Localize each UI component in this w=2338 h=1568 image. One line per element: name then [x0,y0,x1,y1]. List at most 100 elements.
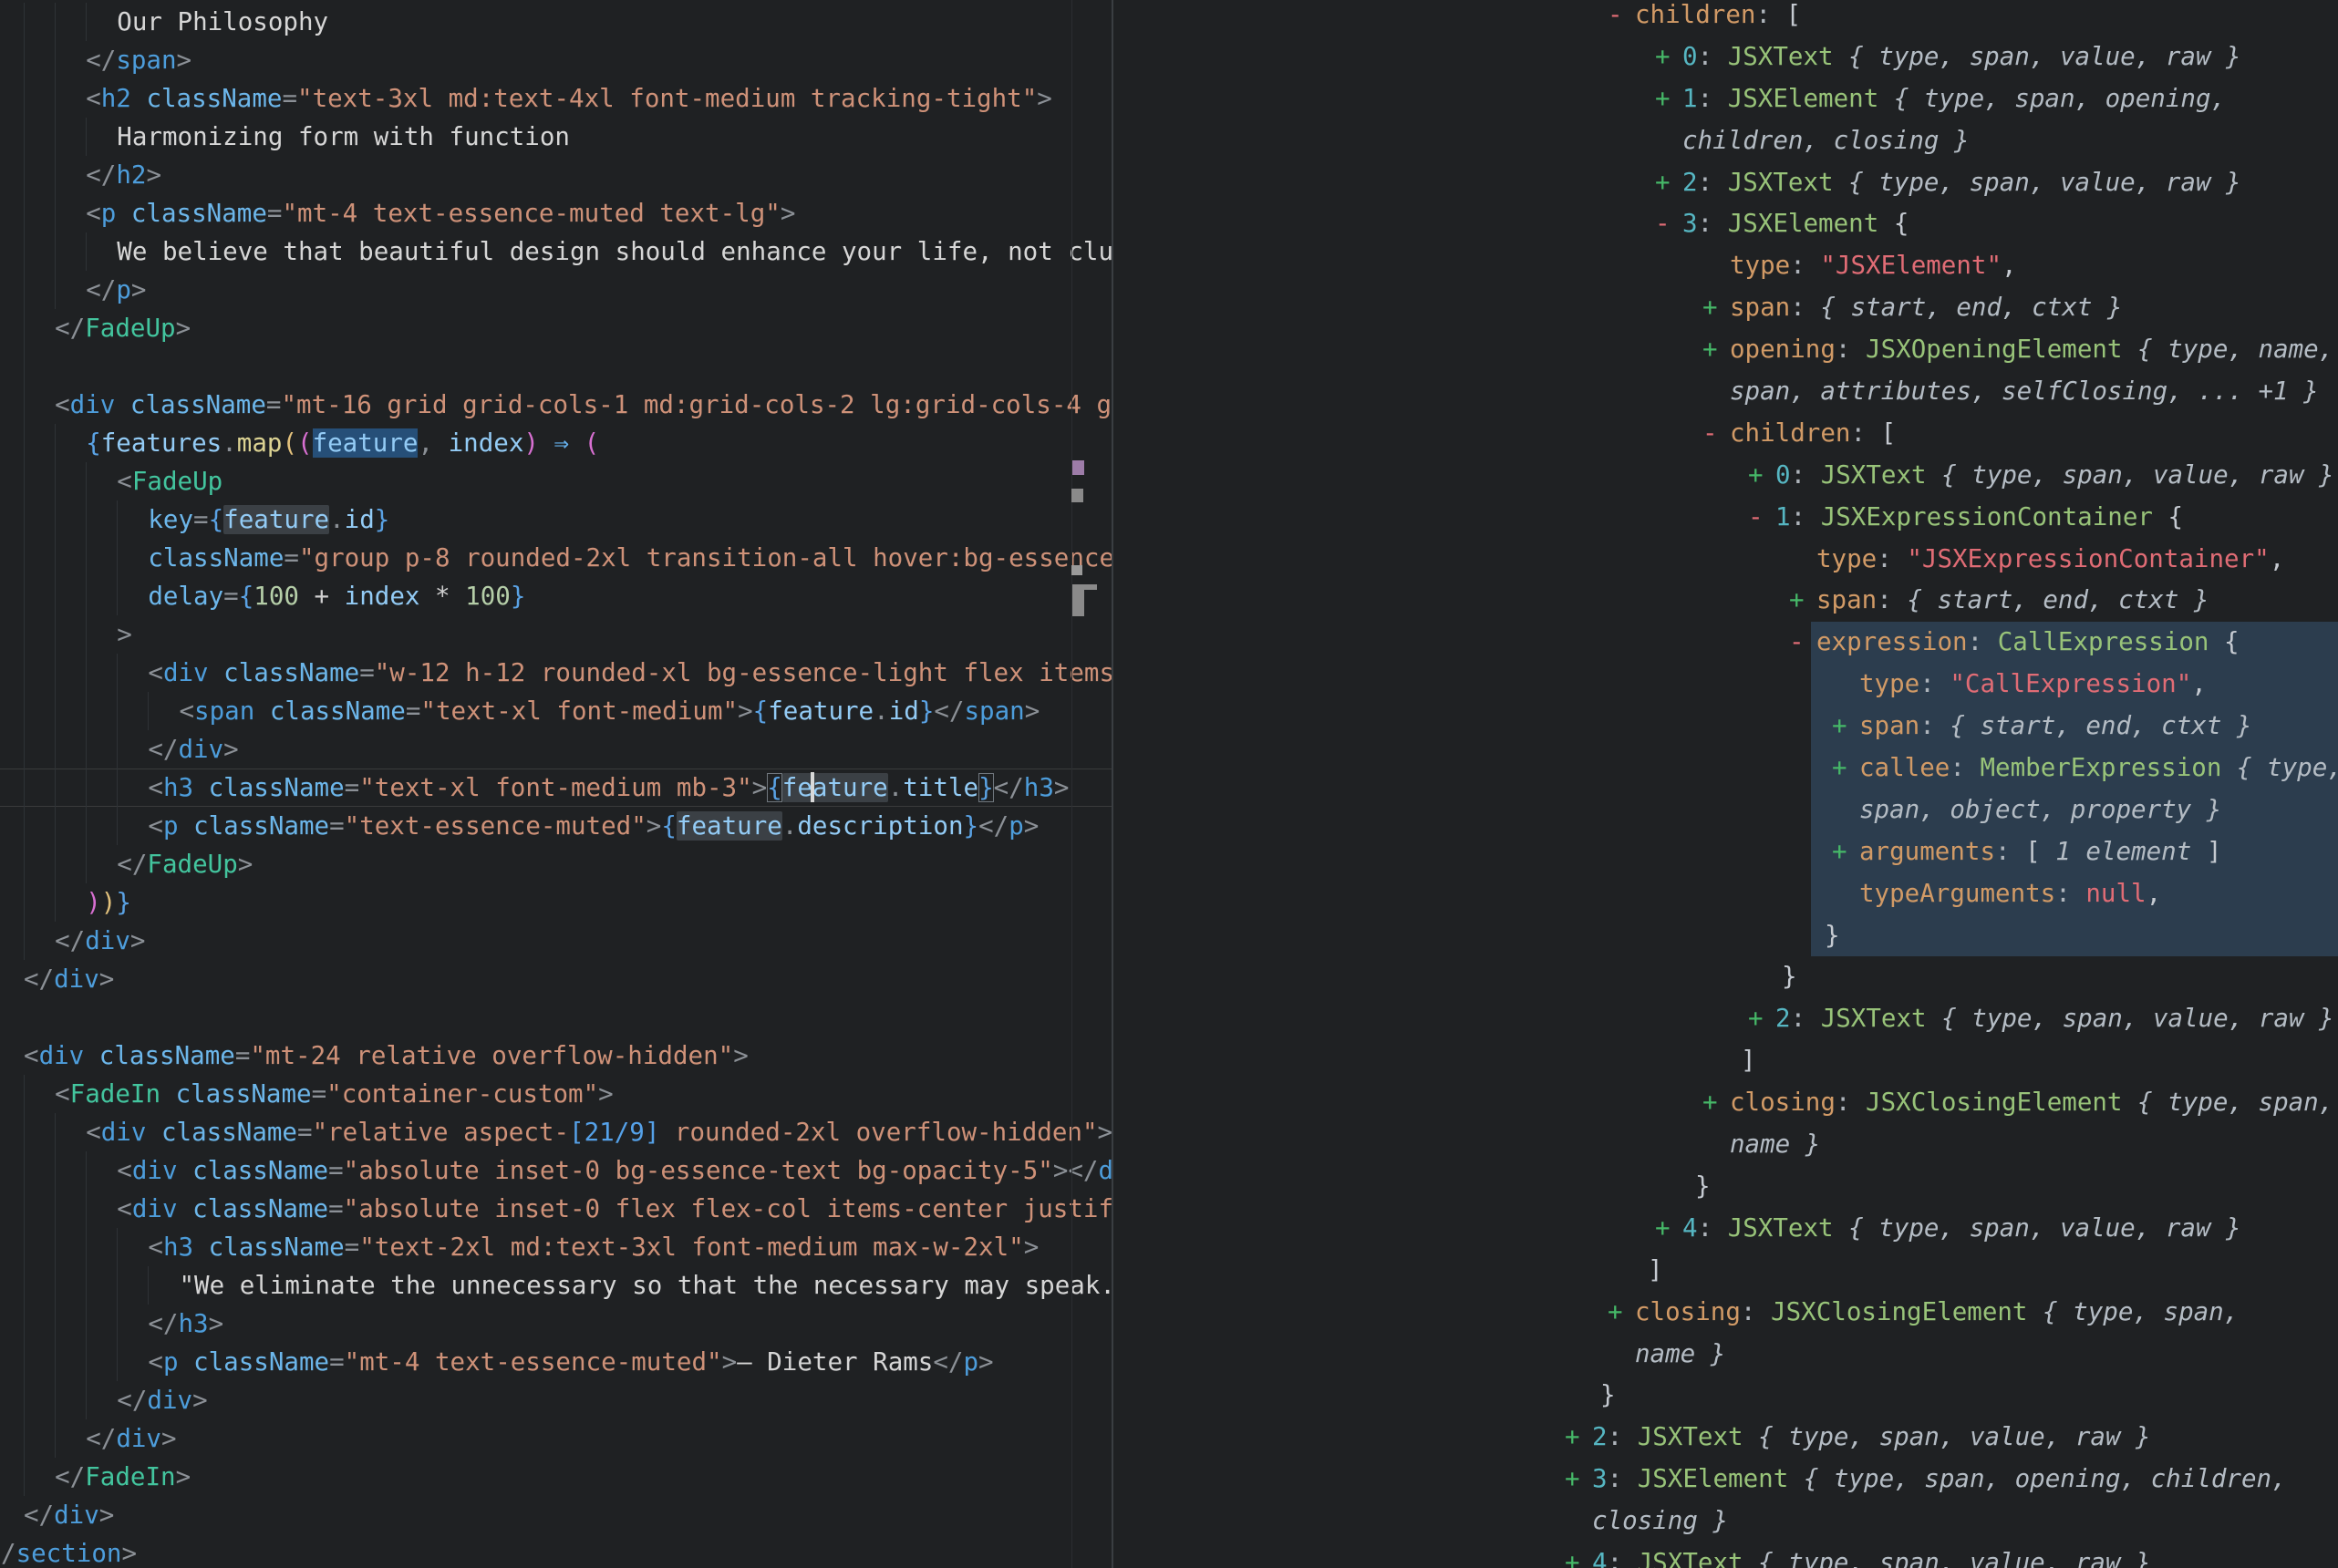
ast-row[interactable]: +closing: JSXClosingElement { type, span… [1113,1292,2338,1334]
ast-row[interactable]: +2: JSXText { type, span, value, raw } [1113,998,2338,1040]
ast-row[interactable]: +0: JSXText { type, span, value, raw } [1113,455,2338,497]
code-line[interactable]: </div> [0,1381,1112,1419]
expand-node-toggle[interactable]: + [1565,1542,1592,1568]
ast-row[interactable]: span, attributes, selfClosing, ... +1 } [1113,371,2338,413]
code-editor-panel[interactable]: Our Philosophy</span><h2 className="text… [0,0,1112,1568]
code-line[interactable]: </h3> [0,1305,1112,1343]
expand-node-toggle[interactable]: + [1832,831,1859,873]
collapse-node-toggle[interactable]: - [1608,0,1635,36]
ast-row[interactable]: +2: JSXText { type, span, value, raw } [1113,162,2338,204]
expand-node-toggle[interactable]: + [1789,580,1816,622]
code-line[interactable]: <div className="relative aspect-[21/9] r… [0,1113,1112,1151]
code-line[interactable]: <div className="absolute inset-0 flex fl… [0,1190,1112,1228]
ast-row[interactable]: +1: JSXElement { type, span, opening, [1113,78,2338,120]
expand-node-toggle[interactable]: + [1655,36,1682,78]
ast-row[interactable]: +3: JSXElement { type, span, opening, ch… [1113,1459,2338,1501]
code-line[interactable]: </span> [0,41,1112,79]
ast-row[interactable]: ] [1113,1040,2338,1082]
code-line[interactable]: "We eliminate the unnecessary so that th… [0,1266,1112,1305]
ast-row[interactable]: type: "CallExpression", [1113,664,2338,706]
ast-row[interactable]: +arguments: [ 1 element ] [1113,831,2338,873]
code-line[interactable]: </div> [0,730,1112,769]
ast-row[interactable]: } [1113,1375,2338,1417]
ast-row[interactable]: +4: JSXText { type, span, value, raw } [1113,1542,2338,1568]
code-line[interactable]: <div className="w-12 h-12 rounded-xl bg-… [0,654,1112,692]
collapse-node-toggle[interactable]: - [1789,622,1816,664]
code-line[interactable]: <span className="text-xl font-medium">{f… [0,692,1112,730]
ast-row[interactable]: closing } [1113,1501,2338,1542]
expand-node-toggle[interactable]: + [1748,455,1775,497]
ast-row[interactable]: } [1113,915,2338,957]
ast-row[interactable]: +4: JSXText { type, span, value, raw } [1113,1208,2338,1250]
expand-node-toggle[interactable]: + [1655,162,1682,204]
ast-row[interactable]: -3: JSXElement { [1113,203,2338,245]
ast-tree-panel[interactable]: -children: [+0: JSXText { type, span, va… [1112,0,2338,1568]
ast-row[interactable]: +span: { start, end, ctxt } [1113,580,2338,622]
ast-row[interactable]: ] [1113,1250,2338,1292]
code-line[interactable]: <h2 className="text-3xl md:text-4xl font… [0,79,1112,118]
ast-row[interactable]: name } [1113,1124,2338,1166]
expand-node-toggle[interactable]: + [1832,706,1859,748]
ast-row[interactable]: span, object, property } [1113,789,2338,831]
collapse-node-toggle[interactable]: - [1748,497,1775,539]
code-line[interactable]: {features.map((feature, index) ⇒ ( [0,424,1112,462]
code-line[interactable]: <p className="mt-4 text-essence-muted">—… [0,1343,1112,1381]
ast-row[interactable]: } [1113,956,2338,998]
code-line[interactable] [0,347,1112,386]
ast-row[interactable]: +closing: JSXClosingElement { type, span… [1113,1082,2338,1124]
code-line[interactable]: /section> [0,1534,1112,1568]
code-line[interactable]: className="group p-8 rounded-2xl transit… [0,539,1112,577]
code-line[interactable]: </div> [0,1496,1112,1534]
code-line-current[interactable]: <h3 className="text-xl font-medium mb-3"… [0,769,1112,807]
ast-row[interactable]: typeArguments: null, [1113,873,2338,915]
collapse-node-toggle[interactable]: - [1655,203,1682,245]
ast-row[interactable]: +span: { start, end, ctxt } [1113,287,2338,329]
ast-row[interactable]: +2: JSXText { type, span, value, raw } [1113,1417,2338,1459]
code-line[interactable]: > [0,615,1112,654]
code-line[interactable]: <FadeUp [0,462,1112,500]
code-line[interactable]: </div> [0,922,1112,960]
ast-row[interactable]: +opening: JSXOpeningElement { type, name… [1113,329,2338,371]
code-line[interactable]: <FadeIn className="container-custom"> [0,1075,1112,1113]
code-line[interactable]: <div className="mt-16 grid grid-cols-1 m… [0,386,1112,424]
expand-node-toggle[interactable]: + [1748,998,1775,1040]
collapse-node-toggle[interactable]: - [1702,413,1730,455]
ast-row[interactable]: children, closing } [1113,120,2338,162]
expand-node-toggle[interactable]: + [1565,1417,1592,1459]
code-line[interactable]: <p className="text-essence-muted">{featu… [0,807,1112,845]
code-line[interactable]: </p> [0,271,1112,309]
code-line[interactable]: </div> [0,1419,1112,1458]
code-line[interactable]: </FadeUp> [0,845,1112,883]
ast-row[interactable]: type: "JSXElement", [1113,245,2338,287]
ast-row[interactable]: -1: JSXExpressionContainer { [1113,497,2338,539]
code-line[interactable]: ))} [0,883,1112,922]
code-line[interactable]: <div className="mt-24 relative overflow-… [0,1037,1112,1075]
code-line[interactable]: Our Philosophy [0,3,1112,41]
expand-node-toggle[interactable]: + [1702,329,1730,371]
code-line[interactable]: </div> [0,960,1112,998]
ast-row[interactable]: +0: JSXText { type, span, value, raw } [1113,36,2338,78]
ast-row[interactable]: -children: [ [1113,413,2338,455]
code-line[interactable]: We believe that beautiful design should … [0,232,1112,271]
ast-row[interactable]: name } [1113,1334,2338,1376]
code-line[interactable]: Harmonizing form with function [0,118,1112,156]
ast-row[interactable]: type: "JSXExpressionContainer", [1113,539,2338,581]
ast-row[interactable]: +span: { start, end, ctxt } [1113,706,2338,748]
ast-row[interactable]: } [1113,1166,2338,1208]
code-line[interactable]: <p className="mt-4 text-essence-muted te… [0,194,1112,232]
code-line[interactable]: key={feature.id} [0,500,1112,539]
expand-node-toggle[interactable]: + [1565,1459,1592,1501]
expand-node-toggle[interactable]: + [1702,1082,1730,1124]
ast-row[interactable]: -children: [ [1113,0,2338,36]
code-line[interactable]: </FadeUp> [0,309,1112,347]
ast-row[interactable]: -expression: CallExpression { [1113,622,2338,664]
expand-node-toggle[interactable]: + [1832,748,1859,789]
expand-node-toggle[interactable]: + [1702,287,1730,329]
expand-node-toggle[interactable]: + [1608,1292,1635,1334]
ast-row[interactable]: +callee: MemberExpression { type, [1113,748,2338,789]
code-line[interactable]: <div className="absolute inset-0 bg-esse… [0,1151,1112,1190]
code-line[interactable]: </h2> [0,156,1112,194]
expand-node-toggle[interactable]: + [1655,1208,1682,1250]
code-line[interactable] [0,998,1112,1037]
code-line[interactable]: delay={100 + index * 100} [0,577,1112,615]
